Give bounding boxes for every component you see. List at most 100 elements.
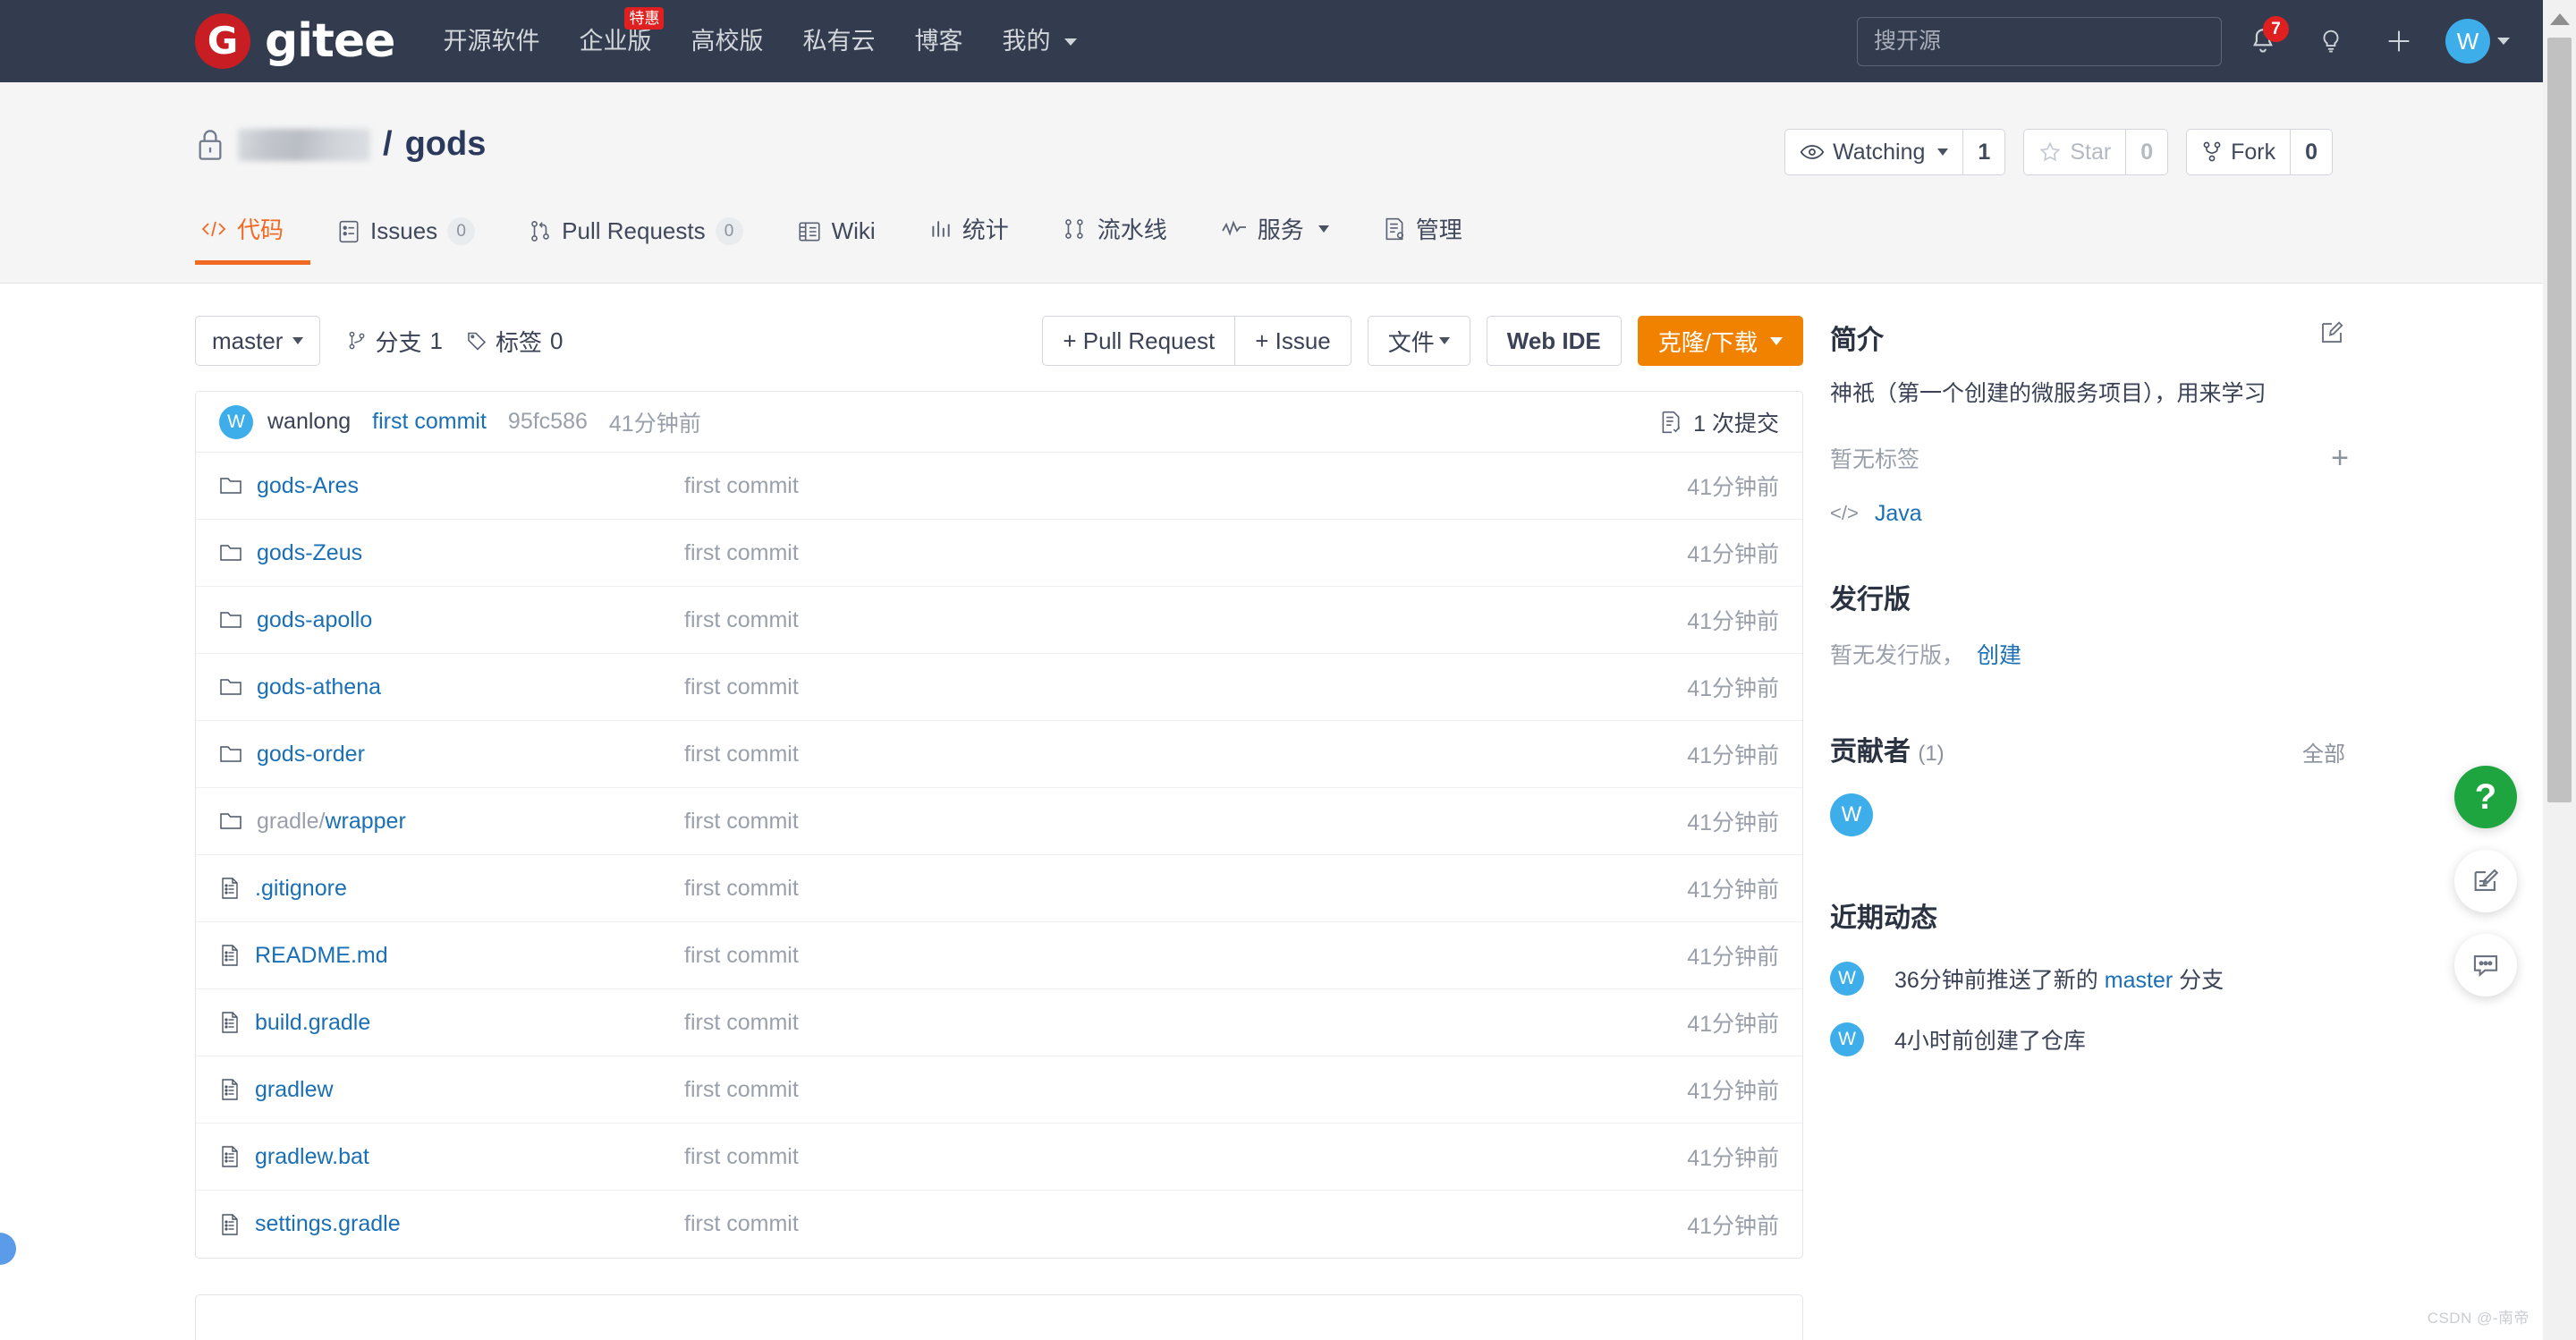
table-row[interactable]: settings.gradle first commit 41分钟前 <box>196 1191 1802 1258</box>
contributors-title: 贡献者 <box>1830 736 1911 767</box>
commit-history-icon <box>1662 411 1681 433</box>
web-ide-button[interactable]: Web IDE <box>1486 316 1622 366</box>
tags-label: 标签 <box>495 328 542 356</box>
file-link[interactable]: gods-order <box>219 742 684 768</box>
folder-icon <box>220 478 242 494</box>
tags-link[interactable]: 标签 0 <box>466 325 563 358</box>
help-fab[interactable]: ? <box>2454 766 2517 828</box>
tab-label: 代码 <box>237 216 284 243</box>
table-row[interactable]: README.md first commit 41分钟前 <box>196 922 1802 989</box>
user-avatar[interactable]: W <box>2445 19 2490 64</box>
star-count[interactable]: 0 <box>2125 129 2169 175</box>
avatar[interactable]: W <box>1830 961 1864 996</box>
tab-pipelines[interactable]: 流水线 <box>1036 212 1194 265</box>
new-issue-button[interactable]: + Issue <box>1234 316 1352 366</box>
table-row[interactable]: build.gradle first commit 41分钟前 <box>196 989 1802 1056</box>
repo-language[interactable]: </> Java <box>1830 501 2349 527</box>
sidebar-section-contributors: 贡献者 (1) 全部 W <box>1830 729 2349 836</box>
sidebar-section-intro: 简介 神祇（第一个创建的微服务项目），用来学习 暂无标签 + </> Java <box>1830 318 2349 527</box>
nav-item-education[interactable]: 高校版 <box>691 29 763 54</box>
branch-selector[interactable]: master <box>195 316 321 366</box>
clone-download-button[interactable]: 克隆/下载 <box>1637 316 1803 366</box>
file-commit-time: 41分钟前 <box>1687 1079 1779 1104</box>
table-row[interactable]: gods-Ares first commit 41分钟前 <box>196 453 1802 520</box>
feedback-fab[interactable] <box>2454 850 2517 912</box>
activity-branch-link[interactable]: master <box>2105 968 2173 993</box>
table-row[interactable]: gods-athena first commit 41分钟前 <box>196 654 1802 721</box>
page-title[interactable]: gods <box>405 125 487 164</box>
nav-item-enterprise[interactable]: 特惠 企业版 <box>579 6 665 54</box>
file-link[interactable]: gods-athena <box>219 674 684 700</box>
file-link[interactable]: build.gradle <box>219 1010 684 1036</box>
notification-count-badge: 7 <box>2263 16 2289 42</box>
activity-text: 4小时前创建了仓库 <box>1894 1023 2086 1056</box>
contributors-all-link[interactable]: 全部 <box>2302 736 2345 768</box>
star-icon <box>2040 141 2061 162</box>
file-name: gods-order <box>257 741 365 767</box>
search-input[interactable] <box>1857 16 2222 66</box>
nav-item-blog[interactable]: 博客 <box>914 29 962 54</box>
table-row[interactable]: gradlew first commit 41分钟前 <box>196 1056 1802 1124</box>
tab-pull-requests[interactable]: Pull Requests 0 <box>502 217 769 265</box>
scroll-up-button[interactable] <box>2543 0 2576 38</box>
file-link[interactable]: gradlew.bat <box>219 1144 684 1170</box>
avatar[interactable]: W <box>219 404 253 439</box>
commits-count-link[interactable]: 1 次提交 <box>1659 406 1779 438</box>
commit-message[interactable]: first commit <box>372 409 487 435</box>
no-tags-label: 暂无标签 <box>1830 446 1920 472</box>
book-icon <box>799 222 820 241</box>
tab-wiki[interactable]: Wiki <box>770 217 902 265</box>
nav-item-opensource[interactable]: 开源软件 <box>443 29 539 54</box>
tab-code[interactable]: 代码 <box>195 212 311 265</box>
table-row[interactable]: gradlew.bat first commit 41分钟前 <box>196 1124 1802 1191</box>
file-link[interactable]: README.md <box>219 943 684 969</box>
suggestion-button[interactable] <box>2304 14 2358 68</box>
notifications-button[interactable]: 7 <box>2236 14 2290 68</box>
gitee-logo[interactable]: G gitee <box>195 13 395 69</box>
repo-owner-redacted[interactable] <box>238 128 370 161</box>
table-row[interactable]: .gitignore first commit 41分钟前 <box>196 855 1802 922</box>
avatar[interactable]: W <box>1830 793 1873 836</box>
nav-item-mine[interactable]: 我的 <box>1002 29 1077 54</box>
create-new-button[interactable] <box>2372 14 2426 68</box>
file-commit-time: 41分钟前 <box>1687 1146 1779 1171</box>
chevron-up-icon <box>2549 13 2570 25</box>
folder-icon <box>220 813 242 829</box>
chat-fab[interactable] <box>2454 934 2517 997</box>
file-link[interactable]: gods-Ares <box>219 473 684 499</box>
avatar[interactable]: W <box>1830 1022 1864 1056</box>
star-button[interactable]: Star <box>2023 129 2126 175</box>
file-link[interactable]: gradlew <box>219 1077 684 1103</box>
tab-statistics[interactable]: 统计 <box>902 212 1036 265</box>
file-link[interactable]: gradle/wrapper <box>219 809 684 835</box>
table-row[interactable]: gods-Zeus first commit 41分钟前 <box>196 520 1802 587</box>
nav-item-privatecloud[interactable]: 私有云 <box>802 29 875 54</box>
file-link[interactable]: gods-Zeus <box>219 540 684 566</box>
table-row[interactable]: gods-order first commit 41分钟前 <box>196 721 1802 788</box>
scrollbar-thumb[interactable] <box>2547 38 2572 802</box>
table-row[interactable]: gradle/wrapper first commit 41分钟前 <box>196 788 1802 855</box>
add-tag-button[interactable]: + <box>2331 443 2349 473</box>
watch-count[interactable]: 1 <box>1962 129 2006 175</box>
fork-button[interactable]: Fork <box>2186 129 2291 175</box>
tab-manage[interactable]: 管理 <box>1356 212 1489 265</box>
user-menu-chevron-down-icon[interactable] <box>2497 38 2510 45</box>
files-menu-button[interactable]: 文件 <box>1367 316 1470 366</box>
file-link[interactable]: .gitignore <box>219 876 684 902</box>
file-commit-time: 41分钟前 <box>1687 609 1779 634</box>
fork-count[interactable]: 0 <box>2290 129 2333 175</box>
chevron-down-icon <box>1770 336 1783 345</box>
file-link[interactable]: gods-apollo <box>219 607 684 633</box>
page-scrollbar[interactable] <box>2543 0 2576 1340</box>
table-row[interactable]: gods-apollo first commit 41分钟前 <box>196 587 1802 654</box>
commit-author[interactable]: wanlong <box>267 409 351 435</box>
commit-sha[interactable]: 95fc586 <box>508 409 588 435</box>
create-release-link[interactable]: 创建 <box>1977 643 2021 668</box>
branches-link[interactable]: 分支 1 <box>347 325 443 358</box>
tab-services[interactable]: 服务 <box>1194 212 1356 265</box>
new-pull-request-button[interactable]: + Pull Request <box>1042 316 1235 366</box>
watch-button[interactable]: Watching <box>1784 129 1963 175</box>
file-link[interactable]: settings.gradle <box>219 1211 684 1237</box>
edit-description-button[interactable] <box>2318 319 2345 351</box>
tab-issues[interactable]: Issues 0 <box>310 217 502 265</box>
